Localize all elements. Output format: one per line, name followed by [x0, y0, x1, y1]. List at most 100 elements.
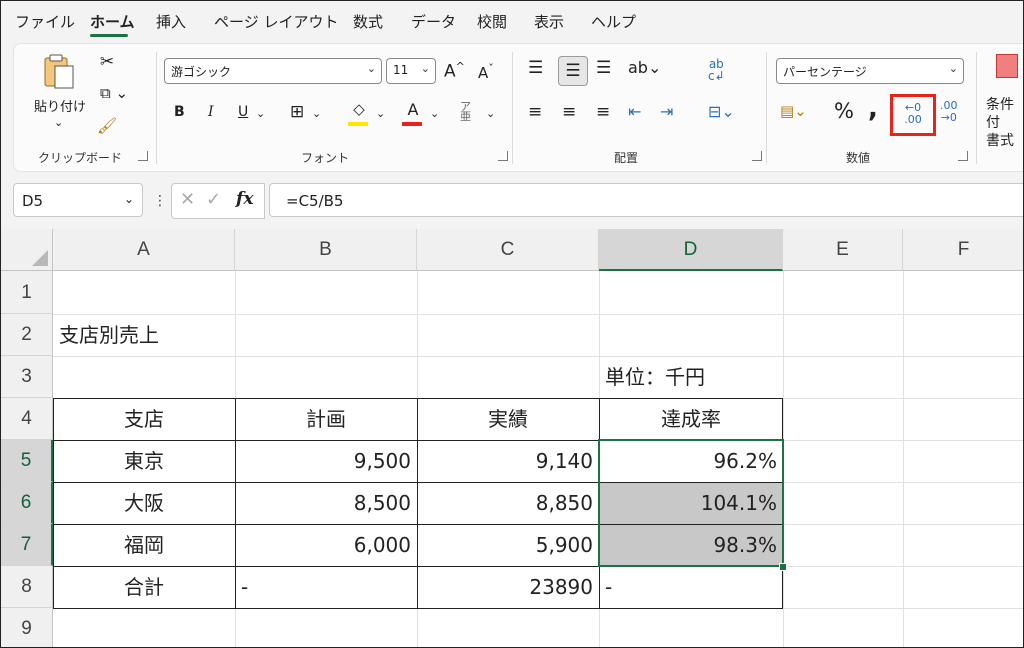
- cell-c4[interactable]: 実績: [417, 398, 599, 440]
- cell-a5[interactable]: 東京: [53, 440, 235, 482]
- chevron-down-icon[interactable]: ⌄: [430, 107, 439, 120]
- cut-icon[interactable]: ✂: [96, 52, 118, 72]
- enter-icon[interactable]: ✓: [206, 189, 221, 210]
- column-header-a[interactable]: A: [53, 229, 235, 271]
- clipboard-launcher-icon[interactable]: [138, 151, 148, 161]
- alignment-launcher-icon[interactable]: [752, 151, 762, 161]
- row-header-1[interactable]: 1: [1, 271, 53, 314]
- bold-button[interactable]: B: [174, 104, 185, 120]
- borders-icon[interactable]: ⊞: [290, 102, 304, 122]
- font-color-button[interactable]: A: [402, 100, 424, 126]
- cell-a6[interactable]: 大阪: [53, 482, 235, 524]
- number-format-select[interactable]: パーセンテージ ⌄: [776, 58, 964, 84]
- menu-page-layout[interactable]: ページ レイアウト: [214, 11, 338, 32]
- cell-c5[interactable]: 9,140: [417, 440, 599, 482]
- fill-handle[interactable]: [779, 563, 787, 571]
- phonetic-guide-icon[interactable]: ア亜: [460, 101, 471, 122]
- menu-file[interactable]: ファイル: [15, 11, 75, 32]
- menu-help[interactable]: ヘルプ: [591, 11, 636, 32]
- cell-b8[interactable]: -: [235, 566, 417, 608]
- paste-chevron-icon: ⌄: [54, 116, 64, 129]
- cell-c8[interactable]: 23890: [417, 566, 599, 608]
- cell-a8[interactable]: 合計: [53, 566, 235, 608]
- column-header-e[interactable]: E: [783, 229, 903, 271]
- font-name-select[interactable]: 游ゴシック ⌄: [164, 58, 382, 84]
- increase-indent-icon[interactable]: ⇥: [660, 102, 673, 121]
- cell-c6[interactable]: 8,850: [417, 482, 599, 524]
- row-header-7[interactable]: 7: [1, 524, 53, 566]
- increase-decimal-bottom: .00: [904, 113, 922, 126]
- comma-style-button[interactable]: ,: [868, 94, 878, 124]
- column-header-f[interactable]: F: [903, 229, 1023, 271]
- format-painter-icon[interactable]: 🖌: [96, 116, 118, 135]
- cell-b6[interactable]: 8,500: [235, 482, 417, 524]
- align-right-icon[interactable]: ≡: [596, 102, 610, 122]
- menu-view[interactable]: 表示: [534, 11, 564, 32]
- decrease-indent-icon[interactable]: ⇤: [628, 102, 641, 121]
- copy-icon[interactable]: ⧉ ⌄: [94, 84, 134, 102]
- cell-d4[interactable]: 達成率: [599, 398, 783, 440]
- row-header-4[interactable]: 4: [1, 398, 53, 440]
- align-left-icon[interactable]: ≡: [528, 102, 542, 122]
- cell-a2[interactable]: 支店別売上: [53, 314, 235, 356]
- menu-insert[interactable]: 挿入: [156, 11, 186, 32]
- menu-formulas[interactable]: 数式: [353, 11, 383, 32]
- paste-button[interactable]: 貼り付け ⌄: [34, 52, 86, 132]
- cell-a4[interactable]: 支店: [53, 398, 235, 440]
- align-center-icon[interactable]: ≡: [562, 102, 576, 122]
- menu-home[interactable]: ホーム: [90, 11, 135, 32]
- select-all-button[interactable]: [1, 229, 53, 271]
- chevron-down-icon[interactable]: ⌄: [486, 107, 495, 120]
- cell-b7[interactable]: 6,000: [235, 524, 417, 566]
- shrink-font-button[interactable]: Aˇ: [478, 62, 494, 82]
- font-size-select[interactable]: 11 ⌄: [386, 58, 436, 84]
- name-box[interactable]: D5 ⌄: [13, 183, 143, 217]
- cell-b5[interactable]: 9,500: [235, 440, 417, 482]
- percent-style-button[interactable]: %: [834, 99, 854, 123]
- align-middle-icon[interactable]: ☰: [558, 56, 588, 86]
- underline-button[interactable]: U: [238, 104, 248, 120]
- cell-d8[interactable]: -: [599, 566, 783, 608]
- separator: [512, 52, 513, 164]
- row-header-9[interactable]: 9: [1, 608, 53, 647]
- merge-center-icon[interactable]: ⊟⌄: [708, 102, 735, 121]
- more-options-icon[interactable]: ⋮: [153, 193, 167, 209]
- insert-function-icon[interactable]: fx: [236, 189, 253, 209]
- cancel-icon[interactable]: ✕: [180, 189, 195, 210]
- conditional-format-button[interactable]: 条件付 書式: [986, 96, 1023, 150]
- menu-data[interactable]: データ: [411, 11, 456, 32]
- font-launcher-icon[interactable]: [498, 151, 508, 161]
- cell-c7[interactable]: 5,900: [417, 524, 599, 566]
- column-header-c[interactable]: C: [417, 229, 599, 271]
- number-launcher-icon[interactable]: [958, 151, 968, 161]
- decrease-decimal-button[interactable]: .00 →0: [940, 100, 958, 124]
- menu-review[interactable]: 校閲: [477, 11, 507, 32]
- chevron-down-icon[interactable]: ⌄: [256, 107, 265, 120]
- grow-font-button[interactable]: A^: [444, 60, 465, 82]
- row-header-3[interactable]: 3: [1, 356, 53, 398]
- align-top-icon[interactable]: ☰: [528, 58, 543, 78]
- conditional-format-icon[interactable]: [996, 54, 1023, 82]
- row-header-8[interactable]: 8: [1, 566, 53, 608]
- name-box-value: D5: [22, 192, 44, 210]
- column-header-b[interactable]: B: [235, 229, 417, 271]
- increase-decimal-button[interactable]: ←0 .00: [890, 94, 936, 136]
- row-header-5[interactable]: 5: [1, 440, 53, 482]
- chevron-down-icon[interactable]: ⌄: [312, 107, 321, 120]
- fill-bucket-icon: ◇: [353, 100, 365, 118]
- cell-d3[interactable]: 単位：千円: [599, 356, 783, 398]
- row-header-6[interactable]: 6: [1, 482, 53, 524]
- formula-input[interactable]: =C5/B5: [269, 183, 1023, 217]
- chevron-down-icon[interactable]: ⌄: [376, 107, 385, 120]
- column-header-d[interactable]: D: [599, 229, 783, 271]
- fill-color-button[interactable]: ◇: [348, 100, 370, 126]
- italic-button[interactable]: I: [208, 104, 214, 120]
- align-bottom-icon[interactable]: ☰: [596, 58, 611, 78]
- accounting-format-icon[interactable]: ▤⌄: [780, 102, 807, 120]
- row-header-2[interactable]: 2: [1, 314, 53, 356]
- cell-b4[interactable]: 計画: [235, 398, 417, 440]
- wrap-text-icon[interactable]: ab c↲: [708, 58, 725, 82]
- cell-a7[interactable]: 福岡: [53, 524, 235, 566]
- orientation-icon[interactable]: ab⌄: [628, 58, 661, 77]
- alignment-group-label: 配置: [614, 151, 639, 165]
